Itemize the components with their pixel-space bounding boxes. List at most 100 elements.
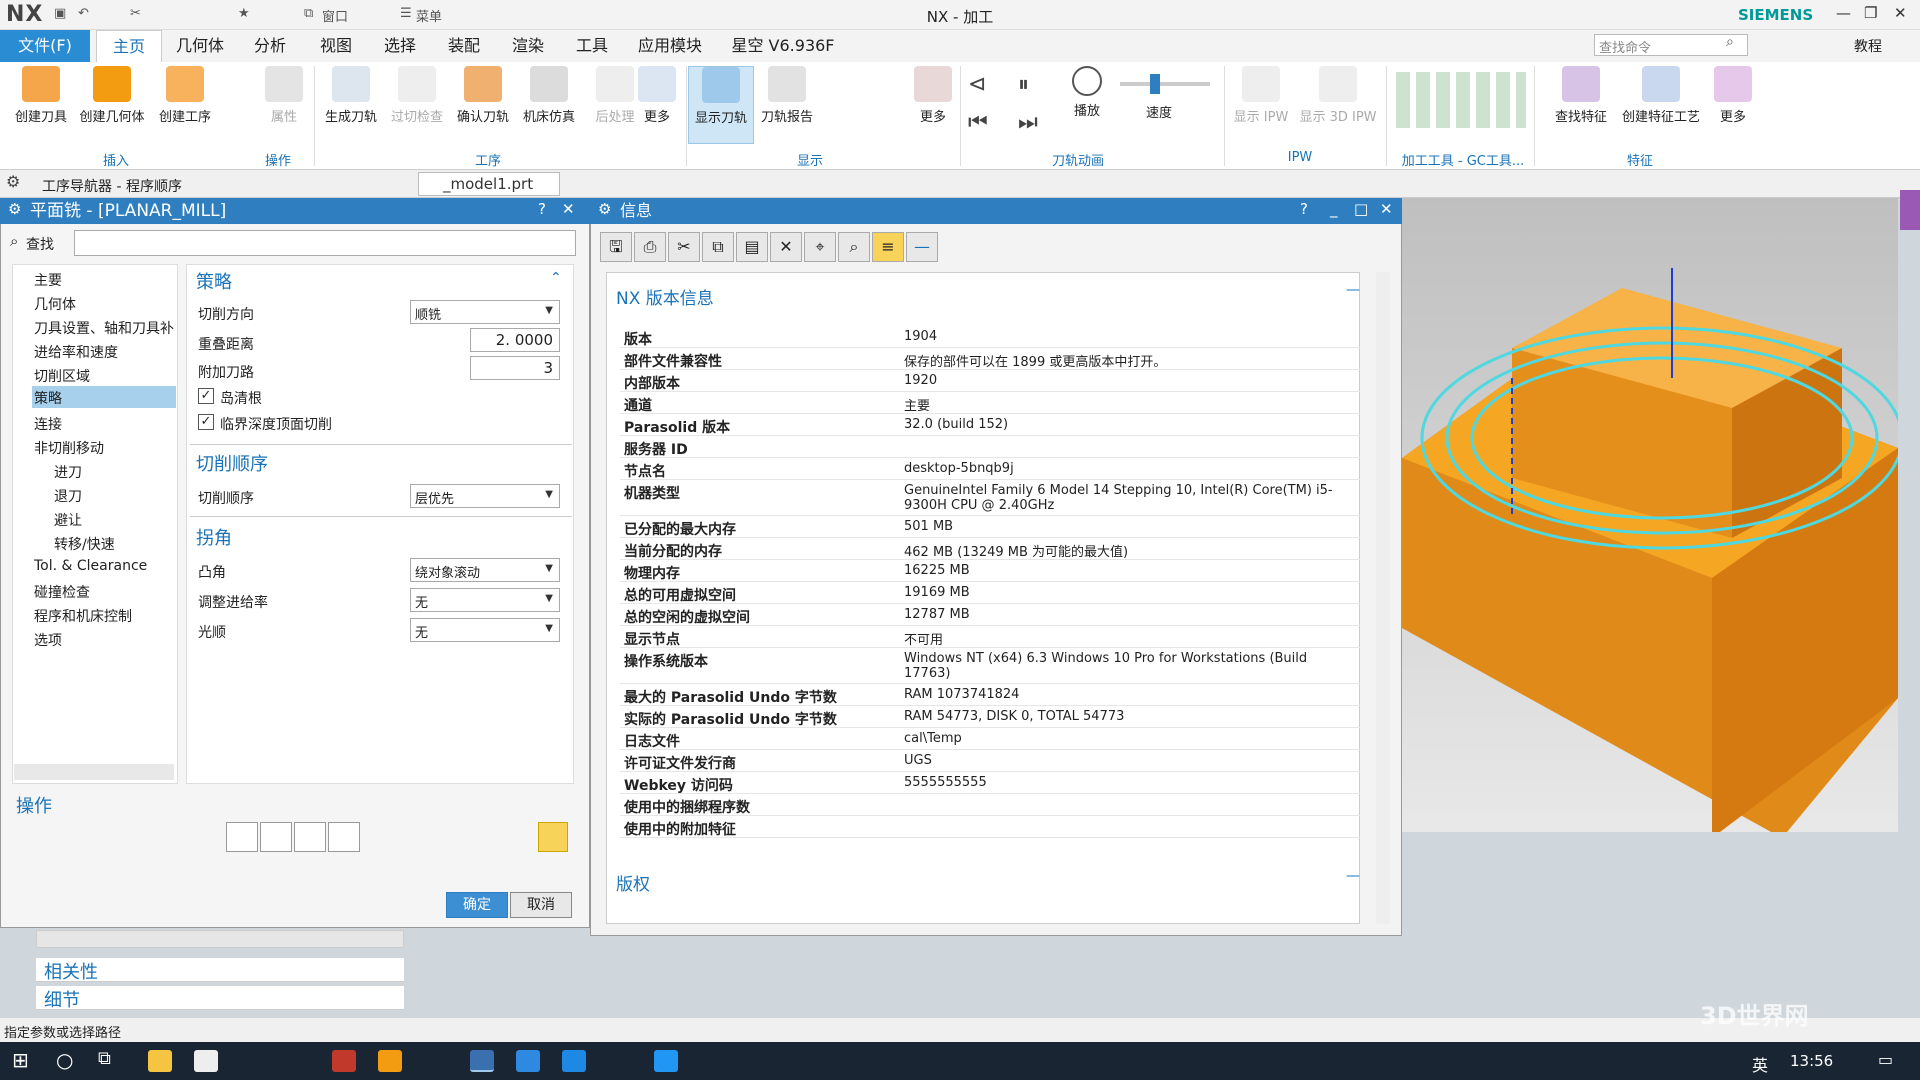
tree-item[interactable]: 碰撞检查	[34, 582, 90, 602]
tree-item[interactable]: 主要	[34, 270, 62, 290]
machine-sim-button[interactable]: 机床仿真	[516, 66, 582, 125]
wrap-icon[interactable]: ≡	[872, 232, 904, 262]
cut-direction-select[interactable]: 顺铣	[410, 300, 560, 324]
forward-icon[interactable]: ⏭	[1018, 110, 1038, 135]
tree-item-selected[interactable]: 策略	[32, 386, 176, 408]
island-checkbox[interactable]: ✓	[198, 388, 214, 404]
cortana-icon[interactable]: ○	[56, 1048, 73, 1072]
pause-icon[interactable]: ⏸	[1018, 72, 1029, 97]
tab-app-modules[interactable]: 应用模块	[632, 30, 708, 62]
tab-assembly[interactable]: 装配	[438, 30, 490, 62]
tree-item[interactable]: 程序和机床控制	[34, 606, 132, 626]
create-operation-button[interactable]: 创建工序	[152, 66, 218, 125]
info-scrollbar[interactable]	[1376, 272, 1390, 924]
tree-item[interactable]: 切削区域	[34, 366, 90, 386]
quick-generate-icon[interactable]	[538, 822, 568, 852]
tree-item[interactable]: 转移/快速	[54, 534, 115, 554]
tab-geometry[interactable]: 几何体	[168, 30, 232, 62]
tree-item[interactable]: 进给率和速度	[34, 342, 118, 362]
operations-header[interactable]: 操作	[16, 792, 52, 818]
tutorial-link[interactable]: 教程	[1854, 36, 1882, 56]
app-icon[interactable]	[332, 1050, 356, 1072]
tab-render[interactable]: 渲染	[502, 30, 554, 62]
tab-select[interactable]: 选择	[374, 30, 426, 62]
cut-icon[interactable]: ✂	[668, 232, 700, 262]
close-icon[interactable]: ✕	[1894, 4, 1907, 22]
find-input[interactable]	[74, 230, 576, 256]
tab-view[interactable]: 视图	[310, 30, 362, 62]
print-icon[interactable]: ⎙	[634, 232, 666, 262]
tree-scrollbar[interactable]	[14, 764, 174, 780]
corner-header[interactable]: 拐角	[196, 524, 232, 550]
tab-analysis[interactable]: 分析	[244, 30, 296, 62]
cut-order-select[interactable]: 层优先	[410, 484, 560, 508]
delete-icon[interactable]: ✕	[770, 232, 802, 262]
feature-more-button[interactable]: 更多	[1700, 66, 1766, 125]
extra-passes-input[interactable]: 3	[470, 356, 560, 380]
play-button[interactable]: 播放	[1054, 66, 1120, 119]
display-more-button[interactable]: 更多	[900, 66, 966, 125]
search-icon[interactable]: ⌕	[1726, 34, 1734, 50]
generate-path-button[interactable]: 生成刀轨	[318, 66, 384, 125]
speed-slider-track[interactable]	[1120, 82, 1210, 86]
store-icon[interactable]	[516, 1050, 540, 1072]
strategy-header[interactable]: 策略	[196, 268, 232, 294]
tree-item[interactable]: 选项	[34, 630, 62, 650]
cancel-button[interactable]: 取消	[510, 892, 572, 918]
overlap-input[interactable]: 2. 0000	[470, 328, 560, 352]
gouge-check-button[interactable]: 过切检查	[384, 66, 450, 125]
crosshair-icon[interactable]: ⌖	[804, 232, 836, 262]
help-icon[interactable]: ?	[538, 200, 546, 218]
generate-icon[interactable]	[226, 822, 258, 852]
nx-app-icon[interactable]	[470, 1050, 494, 1072]
copy-icon[interactable]: ⧉	[702, 232, 734, 262]
convex-select[interactable]: 绕对象滚动	[410, 558, 560, 582]
resource-bar-icon[interactable]	[1900, 190, 1920, 230]
collapse-icon[interactable]: ⌃	[550, 270, 562, 286]
section-collapse-icon[interactable]: —	[1346, 282, 1360, 298]
task-view-icon[interactable]: ⧉	[98, 1048, 111, 1069]
show-3d-ipw-button[interactable]: 显示 3D IPW	[1296, 66, 1380, 125]
command-search[interactable]: 查找命令	[1594, 34, 1748, 56]
ie-icon[interactable]	[654, 1050, 678, 1072]
tree-item[interactable]: 非切削移动	[34, 438, 104, 458]
show-ipw-button[interactable]: 显示 IPW	[1228, 66, 1294, 125]
windows-icon[interactable]: ⊞	[12, 1048, 29, 1072]
minimize-icon[interactable]: _	[1330, 200, 1338, 218]
tree-item[interactable]: 连接	[34, 414, 62, 434]
feed-adjust-select[interactable]: 无	[410, 588, 560, 612]
tree-item[interactable]: 避让	[54, 510, 82, 530]
process-more-button[interactable]: 更多	[624, 66, 690, 125]
gc-tools-icons[interactable]	[1396, 72, 1526, 128]
tree-item[interactable]: Tol. & Clearance	[34, 558, 147, 574]
find-feature-button[interactable]: 查找特征	[1548, 66, 1614, 125]
rewind-icon[interactable]: ⏮	[968, 110, 988, 135]
mail-icon[interactable]	[194, 1050, 218, 1072]
app-icon[interactable]	[378, 1050, 402, 1072]
ime-indicator[interactable]: 英	[1752, 1052, 1768, 1076]
group-actions[interactable]: 操作	[258, 150, 298, 169]
dialog-close-icon[interactable]: ✕	[562, 200, 575, 218]
tree-item[interactable]: 刀具设置、轴和刀具补	[34, 318, 174, 338]
minimize-icon[interactable]: —	[1836, 4, 1851, 22]
create-geometry-button[interactable]: 创建几何体	[76, 66, 148, 125]
tab-operation-navigator[interactable]: 工序导航器 - 程序顺序	[42, 176, 182, 196]
find-icon[interactable]: ⌕	[838, 232, 870, 262]
verify-path-button[interactable]: 确认刀轨	[450, 66, 516, 125]
replay-icon[interactable]	[260, 822, 292, 852]
step-back-icon[interactable]: ⊲	[968, 72, 986, 97]
navigator-scrollbar[interactable]	[36, 930, 404, 948]
collapse-all-icon[interactable]: —	[906, 232, 938, 262]
maximize-icon[interactable]: □	[1354, 200, 1368, 218]
tab-tools[interactable]: 工具	[566, 30, 618, 62]
notification-icon[interactable]: ▭	[1878, 1050, 1893, 1069]
edge-icon[interactable]	[562, 1050, 586, 1072]
dependencies-panel[interactable]: 相关性	[36, 958, 404, 983]
details-panel[interactable]: 细节	[36, 986, 404, 1011]
tab-xingkong[interactable]: 星空 V6.936F	[728, 30, 838, 62]
tab-home[interactable]: 主页	[96, 30, 162, 62]
clock[interactable]: 13:56	[1790, 1052, 1833, 1070]
tab-model-file[interactable]: _model1.prt	[418, 172, 560, 196]
group-gc-tools[interactable]: 加工工具 - GC工具...	[1392, 150, 1534, 169]
file-explorer-icon[interactable]	[148, 1050, 172, 1072]
